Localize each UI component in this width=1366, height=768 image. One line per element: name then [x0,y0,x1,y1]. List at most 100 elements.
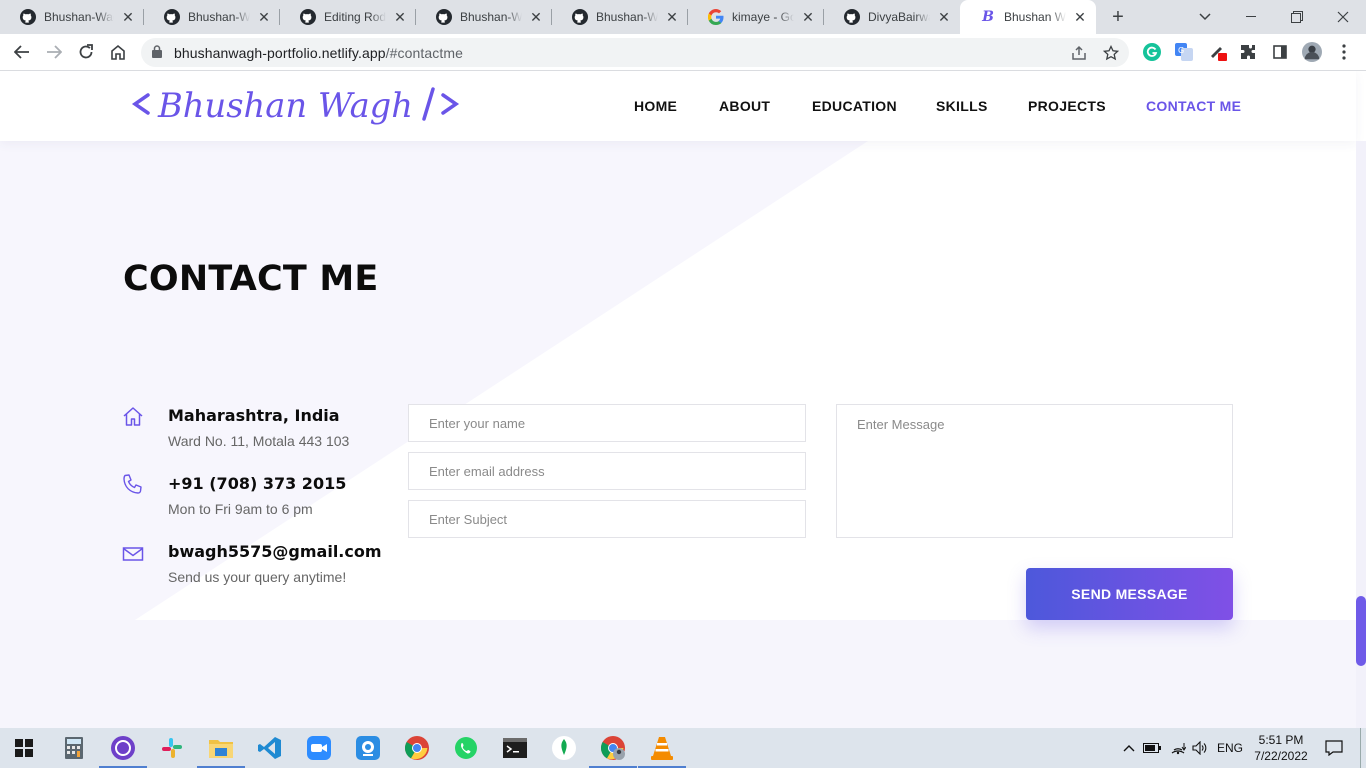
message-textarea[interactable] [836,404,1233,538]
tab-title: Editing Rodan [324,10,386,24]
show-desktop-button[interactable] [1360,728,1366,768]
menu-kebab-icon[interactable] [1334,42,1354,62]
home-button-icon[interactable] [106,40,130,64]
browser-tab[interactable]: kimaye - Google ✕ [688,0,824,34]
page-viewport: Bhushan Wagh HOME ABOUT EDUCATION SKILLS… [0,71,1366,728]
site-header: Bhushan Wagh HOME ABOUT EDUCATION SKILLS… [0,71,1356,141]
close-icon[interactable]: ✕ [528,9,544,25]
chrome-icon[interactable] [393,728,441,768]
nav-contact-me[interactable]: CONTACT ME [1146,98,1241,114]
bookmark-star-icon[interactable] [1102,44,1120,62]
tab-title: DivyaBairwa ( [868,10,930,24]
portfolio-icon: B [982,9,994,25]
close-window-button[interactable] [1320,0,1366,34]
webcam-app-icon[interactable] [344,728,392,768]
close-icon[interactable]: ✕ [664,9,680,25]
subject-input[interactable] [408,500,806,538]
name-input[interactable] [408,404,806,442]
browser-tab-strip: Bhushan-Wagh ✕ Bhushan-Wagh ✕ Editing Ro… [0,0,1366,34]
back-icon[interactable] [10,40,34,64]
close-icon[interactable]: ✕ [120,9,136,25]
vscode-icon[interactable] [246,728,294,768]
github-icon [844,9,860,25]
browser-tab[interactable]: Bhushan-Wagh ✕ [552,0,688,34]
windows-start-icon[interactable] [0,728,48,768]
restore-button[interactable] [1274,0,1320,34]
site-logo[interactable]: Bhushan Wagh [130,81,470,131]
vlc-icon[interactable] [638,728,686,768]
github-icon [164,9,180,25]
contact-phone-subtitle: Mon to Fri 9am to 6 pm [168,501,313,517]
windows-taskbar: ENG 5:51 PM 7/22/2022 [0,728,1366,768]
grammarly-icon[interactable] [1142,42,1162,62]
nav-skills[interactable]: SKILLS [936,98,988,114]
system-clock[interactable]: 5:51 PM 7/22/2022 [1248,732,1314,764]
share-icon[interactable] [1070,44,1088,62]
new-tab-button[interactable]: + [1108,7,1128,27]
svg-text:Bhushan Wagh: Bhushan Wagh [157,86,413,126]
scrollbar-thumb[interactable] [1356,596,1366,666]
close-icon[interactable]: ✕ [256,9,272,25]
tab-title: kimaye - Google [732,10,794,24]
terminal-icon[interactable] [491,728,539,768]
github-icon [20,9,36,25]
home-icon [122,406,144,428]
close-icon[interactable]: ✕ [1072,9,1088,25]
chrome-profile-icon[interactable] [589,728,637,768]
chevron-up-icon[interactable] [1120,728,1138,768]
browser-tab[interactable]: DivyaBairwa ( ✕ [824,0,960,34]
contact-email-title[interactable]: bwagh5575@gmail.com [168,542,382,561]
browser-tab-active[interactable]: B Bhushan Wagh ✕ [960,0,1096,34]
calculator-icon[interactable] [50,728,98,768]
pen-extension-icon[interactable] [1208,42,1228,62]
github-icon [436,9,452,25]
battery-icon[interactable] [1142,728,1162,768]
nav-education[interactable]: EDUCATION [812,98,897,114]
language-indicator[interactable]: ENG [1214,728,1246,768]
tab-title: Bhushan-Wagh [188,10,250,24]
clock-time: 5:51 PM [1258,733,1304,747]
contact-address-title: Maharashtra, India [168,406,340,425]
wifi-icon[interactable] [1168,728,1188,768]
notifications-icon[interactable] [1320,728,1348,768]
url-text: bhushanwagh-portfolio.netlify.app/#conta… [174,45,463,61]
nav-about[interactable]: ABOUT [719,98,770,114]
file-explorer-icon[interactable] [197,728,245,768]
translate-icon[interactable]: G [1174,42,1194,62]
google-icon [708,9,724,25]
tab-title: Bhushan Wagh [1004,10,1066,24]
email-input[interactable] [408,452,806,490]
tab-search-icon[interactable] [1182,0,1228,34]
tab-title: Bhushan-Wagh [44,10,114,24]
close-icon[interactable]: ✕ [392,9,408,25]
close-icon[interactable]: ✕ [800,9,816,25]
page-title: CONTACT ME [123,259,379,299]
mail-icon [122,543,144,565]
zoom-icon[interactable] [295,728,343,768]
lock-icon[interactable] [152,45,162,63]
github-icon [300,9,316,25]
reload-icon[interactable] [74,40,98,64]
browser-tab[interactable]: Bhushan-Wagh ✕ [416,0,552,34]
send-message-button[interactable]: SEND MESSAGE [1026,568,1233,620]
browser-tab[interactable]: Bhushan-Wagh ✕ [0,0,144,34]
whatsapp-icon[interactable] [442,728,490,768]
contact-address-subtitle: Ward No. 11, Motala 443 103 [168,433,350,449]
nav-home[interactable]: HOME [634,98,677,114]
contact-phone-title[interactable]: +91 (708) 373 2015 [168,474,346,493]
close-icon[interactable]: ✕ [936,9,952,25]
volume-icon[interactable] [1190,728,1210,768]
avatar[interactable] [1302,42,1322,62]
github-desktop-icon[interactable] [99,728,147,768]
clock-date: 7/22/2022 [1254,749,1308,763]
address-bar[interactable]: bhushanwagh-portfolio.netlify.app/#conta… [141,38,1129,67]
forward-icon[interactable] [42,40,66,64]
mongodb-compass-icon[interactable] [540,728,588,768]
browser-tab[interactable]: Bhushan-Wagh ✕ [144,0,280,34]
nav-projects[interactable]: PROJECTS [1028,98,1106,114]
side-panel-icon[interactable] [1270,42,1290,62]
slack-icon[interactable] [148,728,196,768]
minimize-button[interactable] [1228,0,1274,34]
browser-tab[interactable]: Editing Rodan ✕ [280,0,416,34]
extensions-puzzle-icon[interactable] [1238,42,1258,62]
